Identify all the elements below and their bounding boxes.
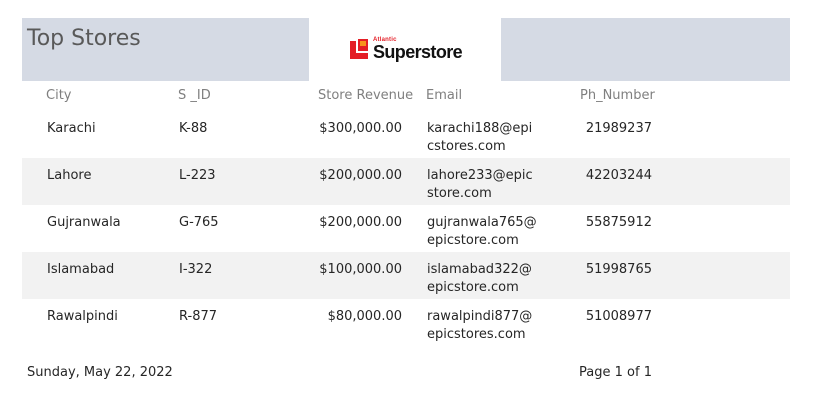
table-row: Karachi K-88 $300,000.00 karachi188@epic… (22, 111, 790, 158)
column-header-city: City (46, 88, 72, 103)
column-header-store-revenue: Store Revenue (318, 88, 414, 103)
table-row: Islamabad I-322 $100,000.00 islamabad322… (22, 252, 790, 299)
cell-s-id: I-322 (179, 262, 213, 277)
cell-email: karachi188@epicstores.com (427, 121, 533, 154)
column-header-ph-number: Ph_Number (580, 88, 655, 103)
cell-revenue: $300,000.00 (319, 121, 402, 136)
cell-phone: 21989237 (585, 121, 652, 136)
cell-city: Rawalpindi (47, 309, 118, 324)
cell-email: gujranwala765@epicstore.com (427, 215, 537, 248)
cell-city: Karachi (47, 121, 96, 136)
cell-email: rawalpindi877@epicstores.com (427, 309, 533, 342)
cell-revenue: $80,000.00 (327, 309, 402, 324)
cell-email: lahore233@epicstore.com (427, 168, 533, 201)
cell-email: islamabad322@epicstore.com (427, 262, 532, 295)
report-title: Top Stores (27, 26, 141, 51)
cell-revenue: $200,000.00 (319, 168, 402, 183)
cell-city: Lahore (47, 168, 92, 183)
report-header-band-right (501, 18, 790, 81)
cell-phone: 55875912 (585, 215, 652, 230)
page-number: Page 1 of 1 (579, 365, 652, 380)
cell-city: Gujranwala (47, 215, 121, 230)
cell-s-id: R-877 (179, 309, 218, 324)
cell-phone: 51998765 (585, 262, 652, 277)
cell-revenue: $200,000.00 (319, 215, 402, 230)
cell-revenue: $100,000.00 (319, 262, 402, 277)
superstore-logo-icon (350, 39, 368, 59)
report-date: Sunday, May 22, 2022 (27, 365, 173, 380)
table-row: Lahore L-223 $200,000.00 lahore233@epics… (22, 158, 790, 205)
cell-phone: 42203244 (585, 168, 652, 183)
cell-phone: 51008977 (585, 309, 652, 324)
report-header-band-left: Top Stores (22, 18, 309, 81)
cell-city: Islamabad (47, 262, 115, 277)
column-header-email: Email (426, 88, 463, 103)
logo-big-text: Superstore (373, 42, 463, 62)
cell-s-id: G-765 (179, 215, 219, 230)
table-row: Rawalpindi R-877 $80,000.00 rawalpindi87… (22, 299, 790, 346)
column-header-s-id: S _ID (178, 88, 211, 103)
table-row: Gujranwala G-765 $200,000.00 gujranwala7… (22, 205, 790, 252)
cell-s-id: K-88 (179, 121, 208, 136)
cell-s-id: L-223 (179, 168, 216, 183)
superstore-logo: Atlantic Superstore (348, 35, 463, 63)
